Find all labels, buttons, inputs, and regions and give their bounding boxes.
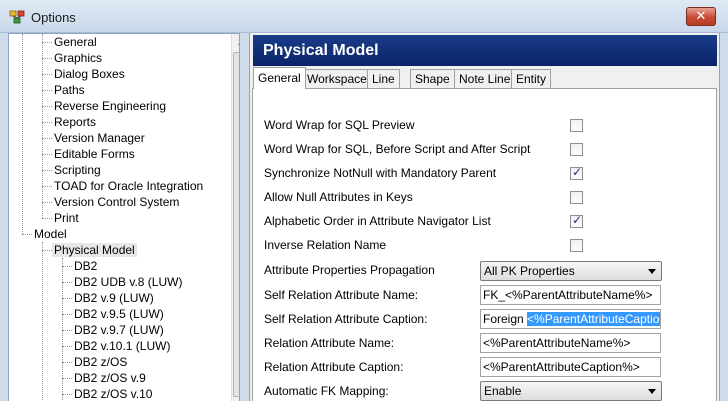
tree-connector	[42, 170, 52, 171]
rel-name-input[interactable]: <%ParentAttributeName%>	[480, 333, 661, 353]
tree-connector	[42, 218, 52, 219]
tree-connector	[42, 154, 52, 155]
options-tree: General Graphics Dialog Boxes Paths Reve…	[8, 33, 240, 401]
tree-item-model[interactable]: Model	[34, 226, 67, 242]
options-app-icon	[9, 10, 25, 24]
sync-notnull-checkbox[interactable]	[570, 165, 583, 180]
chevron-down-icon	[648, 389, 656, 394]
settings-panel: Physical Model General Workspace Line Sh…	[249, 33, 720, 401]
self-caption-prefix: Foreign	[483, 312, 528, 326]
tree-item-db2-zos[interactable]: DB2 z/OS	[74, 354, 127, 370]
fk-mapping-select[interactable]: Enable	[480, 381, 662, 401]
tree-connector	[62, 298, 72, 299]
tree-item-general[interactable]: General	[54, 34, 97, 50]
tree-item-print[interactable]: Print	[54, 210, 79, 226]
tree-guide-line	[42, 34, 43, 218]
rel-name-label: Relation Attribute Name:	[264, 336, 395, 350]
rel-caption-input[interactable]: <%ParentAttributeCaption%>	[480, 357, 661, 377]
page-title: Physical Model	[253, 35, 717, 66]
propagation-label: Attribute Properties Propagation	[264, 263, 435, 277]
tab-note-line[interactable]: Note Line	[454, 69, 516, 88]
option-label: Allow Null Attributes in Keys	[264, 190, 413, 204]
tree-item-db2-v10-1[interactable]: DB2 v.10.1 (LUW)	[74, 338, 170, 354]
word-wrap-sql-checkbox[interactable]	[570, 119, 583, 132]
tree-connector	[42, 90, 52, 91]
tree-connector	[42, 58, 52, 59]
tree-connector	[62, 266, 72, 267]
tree-connector	[42, 42, 52, 43]
fk-mapping-label: Automatic FK Mapping:	[264, 384, 389, 398]
tree-item-paths[interactable]: Paths	[54, 82, 85, 98]
propagation-select[interactable]: All PK Properties	[480, 261, 662, 281]
fk-mapping-value: Enable	[484, 384, 522, 398]
tree-item-graphics[interactable]: Graphics	[54, 50, 102, 66]
tree-item-db2-v9-7[interactable]: DB2 v.9.7 (LUW)	[74, 322, 164, 338]
tree-connector	[62, 378, 72, 379]
self-caption-selection: <%ParentAttributeCaption%>	[527, 312, 660, 326]
tree-connector	[62, 282, 72, 283]
tree-connector	[62, 362, 72, 363]
tree-item-editable-forms[interactable]: Editable Forms	[54, 146, 135, 162]
self-caption-label: Self Relation Attribute Caption:	[264, 312, 428, 326]
tree-connector	[62, 330, 72, 331]
tree-item-version-control[interactable]: Version Control System	[54, 194, 179, 210]
tab-general[interactable]: General	[253, 67, 306, 89]
tree-connector	[42, 74, 52, 75]
tree-guide-line	[22, 34, 23, 234]
tree-item-db2-zos-v9[interactable]: DB2 z/OS v.9	[74, 370, 146, 386]
tree-connector	[42, 250, 52, 251]
tree-connector	[42, 186, 52, 187]
tree-connector	[42, 202, 52, 203]
option-label: Word Wrap for SQL Preview	[264, 118, 415, 132]
option-label: Alphabetic Order in Attribute Navigator …	[264, 214, 491, 228]
window-title: Options	[31, 10, 76, 25]
tree-connector	[42, 122, 52, 123]
tree-guide-line	[42, 242, 43, 401]
tree-item-reports[interactable]: Reports	[54, 114, 96, 130]
self-caption-input[interactable]: Foreign <%ParentAttributeCaption%>	[480, 309, 661, 329]
tree-item-db2-udb-v8[interactable]: DB2 UDB v.8 (LUW)	[74, 274, 182, 290]
tree-item-reverse-engineering[interactable]: Reverse Engineering	[54, 98, 166, 114]
propagation-value: All PK Properties	[484, 264, 575, 278]
tree-item-scripting[interactable]: Scripting	[54, 162, 101, 178]
option-label: Word Wrap for SQL, Before Script and Aft…	[264, 142, 531, 156]
tree-item-dialog-boxes[interactable]: Dialog Boxes	[54, 66, 125, 82]
tree-connector	[62, 314, 72, 315]
option-label: Inverse Relation Name	[264, 238, 387, 252]
rel-caption-label: Relation Attribute Caption:	[264, 360, 404, 374]
allow-null-keys-checkbox[interactable]	[570, 191, 583, 204]
title-bar: Options ✕	[0, 0, 728, 33]
tree-item-physical-model[interactable]: Physical Model	[52, 242, 137, 258]
tree-connector	[62, 394, 72, 395]
chevron-down-icon	[648, 269, 656, 274]
tab-content-general: Word Wrap for SQL Preview Word Wrap for …	[252, 88, 717, 401]
self-name-input[interactable]: FK_<%ParentAttributeName%>	[480, 285, 661, 305]
tree-item-db2-zos-v10[interactable]: DB2 z/OS v.10	[74, 386, 152, 401]
self-name-label: Self Relation Attribute Name:	[264, 288, 419, 302]
tree-item-version-manager[interactable]: Version Manager	[54, 130, 145, 146]
tree-item-db2-v9-5[interactable]: DB2 v.9.5 (LUW)	[74, 306, 164, 322]
scroll-up-arrow-icon[interactable]: ▲	[232, 34, 239, 51]
close-button[interactable]: ✕	[686, 7, 716, 26]
tab-entity[interactable]: Entity	[511, 69, 552, 88]
tab-line[interactable]: Line	[367, 69, 400, 88]
alphabetic-order-checkbox[interactable]	[570, 213, 583, 228]
tree-item-db2-v9[interactable]: DB2 v.9 (LUW)	[74, 290, 154, 306]
inverse-relation-checkbox[interactable]	[570, 239, 583, 252]
tree-connector	[42, 138, 52, 139]
tree-connector	[42, 106, 52, 107]
tree-item-db2[interactable]: DB2	[74, 258, 97, 274]
scroll-thumb[interactable]	[233, 52, 239, 397]
option-label: Synchronize NotNull with Mandatory Paren…	[264, 166, 497, 180]
tab-shape[interactable]: Shape	[410, 69, 455, 88]
word-wrap-scripts-checkbox[interactable]	[570, 143, 583, 156]
tab-workspace[interactable]: Workspace	[302, 69, 372, 88]
tree-item-toad-integration[interactable]: TOAD for Oracle Integration	[54, 178, 203, 194]
tree-connector	[22, 234, 32, 235]
tree-connector	[62, 346, 72, 347]
tree-scrollbar[interactable]: ▲	[231, 34, 239, 401]
